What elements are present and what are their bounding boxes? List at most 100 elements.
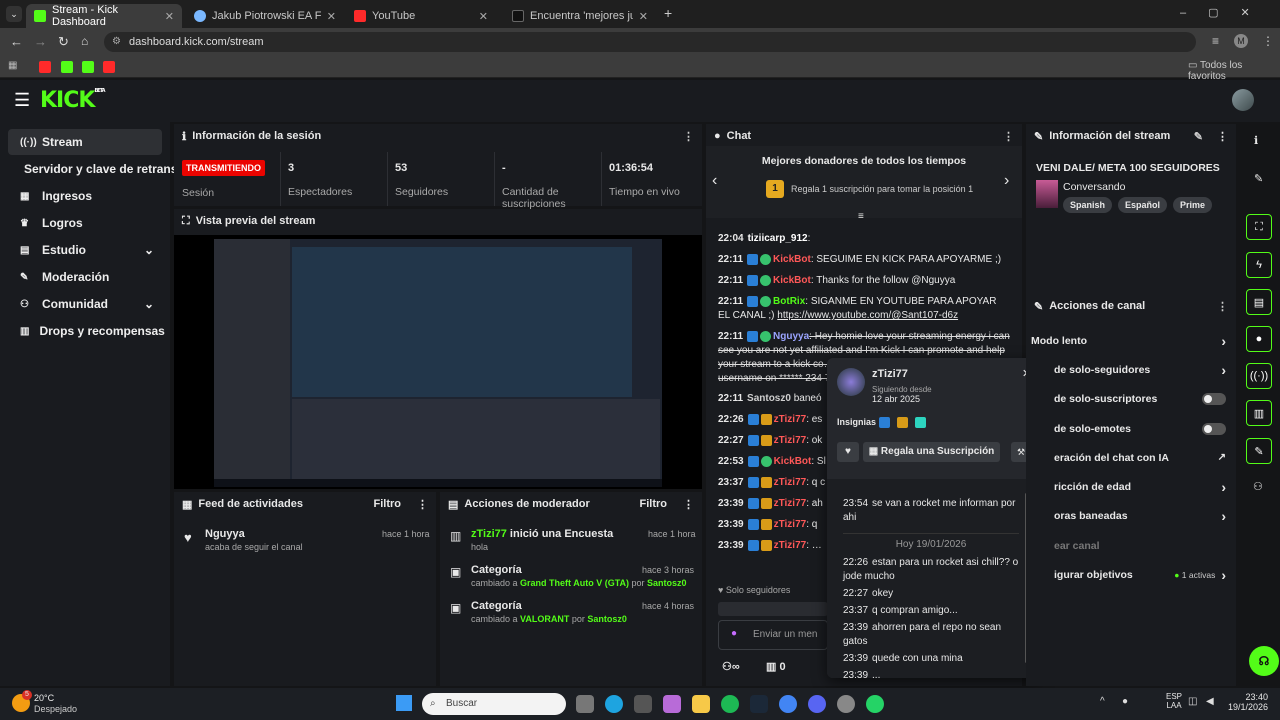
- chat-username[interactable]: tiziicarp_912: [748, 233, 808, 244]
- mic-tray-icon[interactable]: ●: [1122, 696, 1128, 707]
- sidebar-item[interactable]: ▥ Drops y recompensas: [8, 318, 165, 344]
- rail-crop-button[interactable]: ⛶: [1246, 214, 1272, 240]
- tag-pill[interactable]: Prime: [1173, 197, 1213, 213]
- close-tab-icon[interactable]: ✕: [165, 10, 174, 23]
- steam-icon[interactable]: [750, 695, 768, 713]
- emote-icon[interactable]: ⚇: [1253, 480, 1263, 493]
- tag-pill[interactable]: Español: [1118, 197, 1168, 213]
- back-icon[interactable]: ←: [10, 34, 23, 49]
- copilot-icon[interactable]: [663, 695, 681, 713]
- whatsapp-icon[interactable]: [866, 695, 884, 713]
- discord-icon[interactable]: [808, 695, 826, 713]
- spotify-icon[interactable]: [721, 695, 739, 713]
- browser-menu-icon[interactable]: ⋮: [1262, 34, 1274, 48]
- chevron-down-icon[interactable]: ⌄: [144, 297, 154, 311]
- chat-message[interactable]: 22:11 KickBot: Thanks for the follow @Ngu…: [706, 274, 1022, 288]
- rail-chat-button[interactable]: ●: [1246, 326, 1272, 352]
- chat-link[interactable]: https://www.youtube.com/@Sant107-d6z: [777, 310, 958, 321]
- bookmark-youtube-icon[interactable]: [103, 61, 115, 73]
- stream-preview-video[interactable]: [174, 235, 702, 489]
- bookmark-kick-icon[interactable]: [82, 61, 94, 73]
- close-tab-icon[interactable]: ✕: [327, 10, 336, 23]
- edit-icon[interactable]: ✎: [1254, 172, 1263, 185]
- toggle-switch[interactable]: [1202, 422, 1226, 435]
- chat-message[interactable]: 22:04 tiziicarp_912:: [706, 232, 1022, 246]
- tab-kick-dashboard[interactable]: Stream - Kick Dashboard ✕: [26, 4, 182, 28]
- tab-tiktok[interactable]: Encuentra 'mejores juegos de s ✕: [504, 4, 656, 28]
- toggle-switch[interactable]: [1202, 393, 1226, 406]
- activity-filter-button[interactable]: Filtro: [374, 498, 402, 510]
- follow-heart-button[interactable]: ♥: [837, 442, 859, 462]
- info-icon[interactable]: ℹ: [1254, 134, 1258, 147]
- emote-infinity[interactable]: ⚇∞: [722, 660, 740, 673]
- channel-action-row[interactable]: igurar objetivos ● 1 activas ›: [1026, 560, 1236, 589]
- close-tab-icon[interactable]: ✕: [639, 10, 648, 23]
- channel-action-row[interactable]: oras baneadas ›: [1026, 502, 1236, 531]
- kebab-menu-icon[interactable]: ⋮: [1217, 130, 1228, 143]
- bookmark-youtube-icon[interactable]: [39, 61, 51, 73]
- user-avatar[interactable]: [1232, 89, 1254, 111]
- hamburger-menu-icon[interactable]: ☰: [14, 90, 30, 111]
- channel-action-row[interactable]: ear canal: [1026, 531, 1236, 560]
- next-chevron-icon[interactable]: ›: [1004, 172, 1009, 190]
- user-card-name[interactable]: zTizi77: [872, 368, 908, 380]
- taskbar-search[interactable]: ⌕ Buscar: [422, 693, 566, 715]
- taskview-icon[interactable]: [576, 695, 594, 713]
- reload-icon[interactable]: ↻: [58, 34, 69, 50]
- sidebar-item[interactable]: ♛ Logros: [8, 210, 162, 236]
- chat-username[interactable]: zTizi77: [774, 414, 807, 425]
- chat-username[interactable]: zTizi77: [774, 435, 807, 446]
- sidebar-item[interactable]: ✎ Moderación: [8, 264, 162, 290]
- new-tab-icon[interactable]: +: [664, 5, 672, 21]
- chat-input[interactable]: ● Enviar un men: [718, 620, 828, 650]
- modactions-filter-button[interactable]: Filtro: [640, 498, 668, 510]
- tag-pill[interactable]: Spanish: [1063, 197, 1113, 213]
- windows-start-icon[interactable]: [396, 695, 412, 711]
- modaction-user[interactable]: Santosz0: [647, 578, 687, 588]
- obs-icon[interactable]: [837, 695, 855, 713]
- kebab-menu-icon[interactable]: ⋮: [417, 498, 428, 511]
- chat-username[interactable]: KickBot: [773, 275, 811, 286]
- url-bar[interactable]: ⚙ dashboard.kick.com/stream: [104, 32, 1196, 52]
- channel-action-row[interactable]: Modo lento ›: [1026, 326, 1236, 355]
- chat-username[interactable]: Nguyya: [773, 331, 809, 342]
- apps-grid-icon[interactable]: ▦: [8, 60, 17, 71]
- volume-icon[interactable]: ◀: [1206, 696, 1214, 707]
- all-bookmarks[interactable]: ▭ Todos los favoritos: [1188, 60, 1280, 82]
- support-headset-button[interactable]: ☊: [1249, 646, 1279, 676]
- chat-username[interactable]: zTizi77: [774, 498, 807, 509]
- channel-action-row[interactable]: de solo-seguidores ›: [1026, 355, 1236, 384]
- chat-username[interactable]: zTizi77: [774, 519, 807, 530]
- sidebar-item[interactable]: ⚇ Comunidad ⌄: [8, 291, 162, 317]
- tab-youtube[interactable]: YouTube ✕: [346, 4, 496, 28]
- modaction-user[interactable]: Santosz0: [587, 614, 627, 624]
- chat-message[interactable]: 22:11 BotRix: SIGANME EN YOUTUBE PARA APO…: [706, 295, 1022, 323]
- chevron-down-icon[interactable]: ⌄: [144, 243, 154, 257]
- edge-icon[interactable]: [605, 695, 623, 713]
- chat-username[interactable]: zTizi77: [774, 540, 807, 551]
- gift-sub-button[interactable]: ▦ Regala una Suscripción: [863, 442, 1000, 462]
- clock[interactable]: 23:40 19/1/2026: [1226, 692, 1268, 712]
- channel-action-row[interactable]: de solo-emotes: [1026, 414, 1236, 443]
- sidebar-item[interactable]: ▤ Estudio ⌄: [8, 237, 162, 263]
- site-info-icon[interactable]: ⚙: [112, 32, 121, 52]
- explorer-icon[interactable]: [692, 695, 710, 713]
- stream-category[interactable]: Conversando: [1063, 181, 1125, 193]
- close-tab-icon[interactable]: ✕: [479, 10, 488, 23]
- home-icon[interactable]: ⌂: [81, 34, 88, 48]
- chat-username[interactable]: Santosz0: [747, 393, 791, 404]
- prev-chevron-icon[interactable]: ‹: [712, 172, 717, 190]
- edit-pencil-icon[interactable]: ✎: [1194, 130, 1203, 143]
- store-icon[interactable]: [634, 695, 652, 713]
- sidebar-item[interactable]: ((·)) Stream: [8, 129, 162, 155]
- chat-username[interactable]: BotRix: [773, 296, 805, 307]
- rail-broadcast-button[interactable]: ((·)): [1246, 363, 1272, 389]
- kebab-menu-icon[interactable]: ⋮: [1217, 300, 1228, 313]
- network-icon[interactable]: ◫: [1188, 696, 1197, 707]
- chrome-icon[interactable]: [779, 695, 797, 713]
- channel-action-row[interactable]: eración del chat con IA ↗: [1026, 443, 1236, 472]
- rail-store-button[interactable]: ▥: [1246, 400, 1272, 426]
- tab-jakub[interactable]: Jakub Piotrowski EA FC 26 - Ra ✕: [186, 4, 344, 28]
- modaction-category-link[interactable]: Grand Theft Auto V (GTA): [520, 578, 629, 588]
- chat-username[interactable]: KickBot: [774, 456, 812, 467]
